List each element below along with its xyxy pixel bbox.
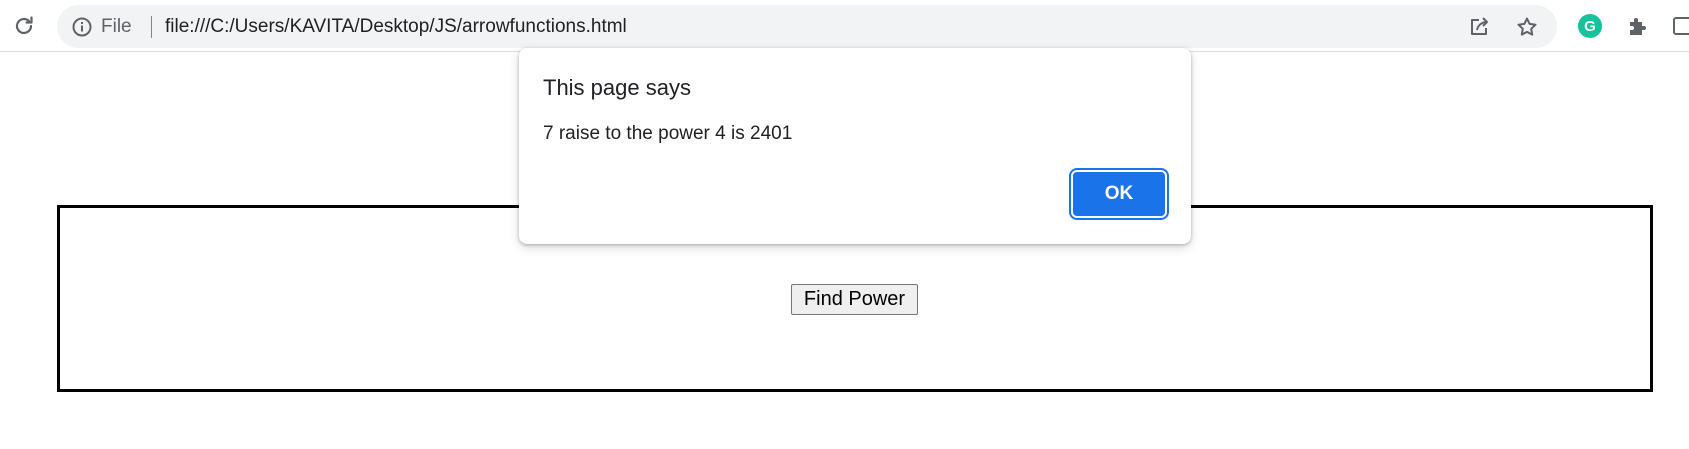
- dialog-message: 7 raise to the power 4 is 2401: [543, 123, 793, 144]
- share-icon: [1471, 17, 1488, 35]
- browser-toolbar: File file:///C:/Users/KAVITA/Desktop/JS/…: [0, 0, 1689, 52]
- bookmark-button[interactable]: [1511, 11, 1543, 43]
- address-bar[interactable]: File file:///C:/Users/KAVITA/Desktop/JS/…: [57, 5, 1557, 48]
- address-separator: [151, 16, 152, 38]
- site-info-button[interactable]: File: [71, 5, 132, 48]
- site-info-label: File: [101, 15, 132, 37]
- star-icon: [1517, 17, 1537, 36]
- find-power-button[interactable]: Find Power: [791, 284, 918, 315]
- reload-icon: [15, 16, 33, 35]
- side-panel-button[interactable]: [1666, 10, 1689, 42]
- url-text[interactable]: file:///C:/Users/KAVITA/Desktop/JS/arrow…: [165, 5, 627, 48]
- info-icon: [72, 17, 92, 36]
- share-button[interactable]: [1463, 11, 1495, 43]
- alert-dialog: This page says 7 raise to the power 4 is…: [519, 48, 1191, 244]
- puzzle-icon: [1630, 18, 1646, 35]
- reload-button[interactable]: [8, 10, 40, 42]
- ok-button[interactable]: OK: [1069, 168, 1169, 220]
- grammarly-icon: G: [1578, 14, 1602, 38]
- dialog-title: This page says: [543, 75, 691, 100]
- extensions-button[interactable]: [1622, 10, 1654, 42]
- grammarly-extension-button[interactable]: G: [1574, 10, 1606, 42]
- side-panel-icon: [1672, 17, 1689, 35]
